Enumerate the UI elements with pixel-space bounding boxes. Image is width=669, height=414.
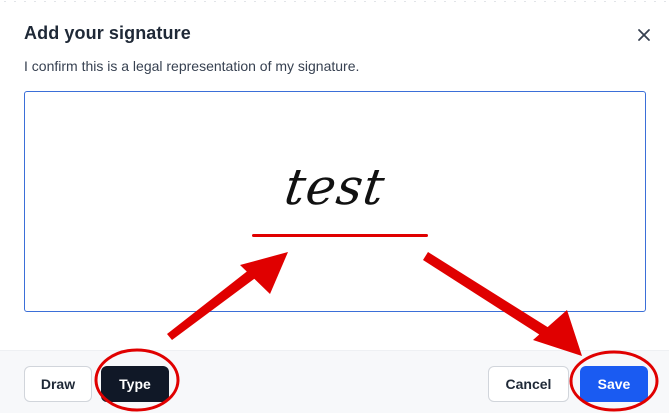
signature-underline bbox=[252, 234, 428, 237]
cancel-button[interactable]: Cancel bbox=[488, 366, 569, 402]
type-button[interactable]: Type bbox=[101, 366, 169, 402]
close-icon[interactable] bbox=[633, 24, 655, 46]
draw-button[interactable]: Draw bbox=[24, 366, 92, 402]
save-button[interactable]: Save bbox=[580, 366, 648, 402]
signature-preview: test bbox=[281, 158, 389, 216]
dialog-subtitle: I confirm this is a legal representation… bbox=[24, 58, 360, 74]
dialog-title: Add your signature bbox=[24, 23, 191, 43]
signature-input-area[interactable]: test bbox=[24, 91, 646, 312]
